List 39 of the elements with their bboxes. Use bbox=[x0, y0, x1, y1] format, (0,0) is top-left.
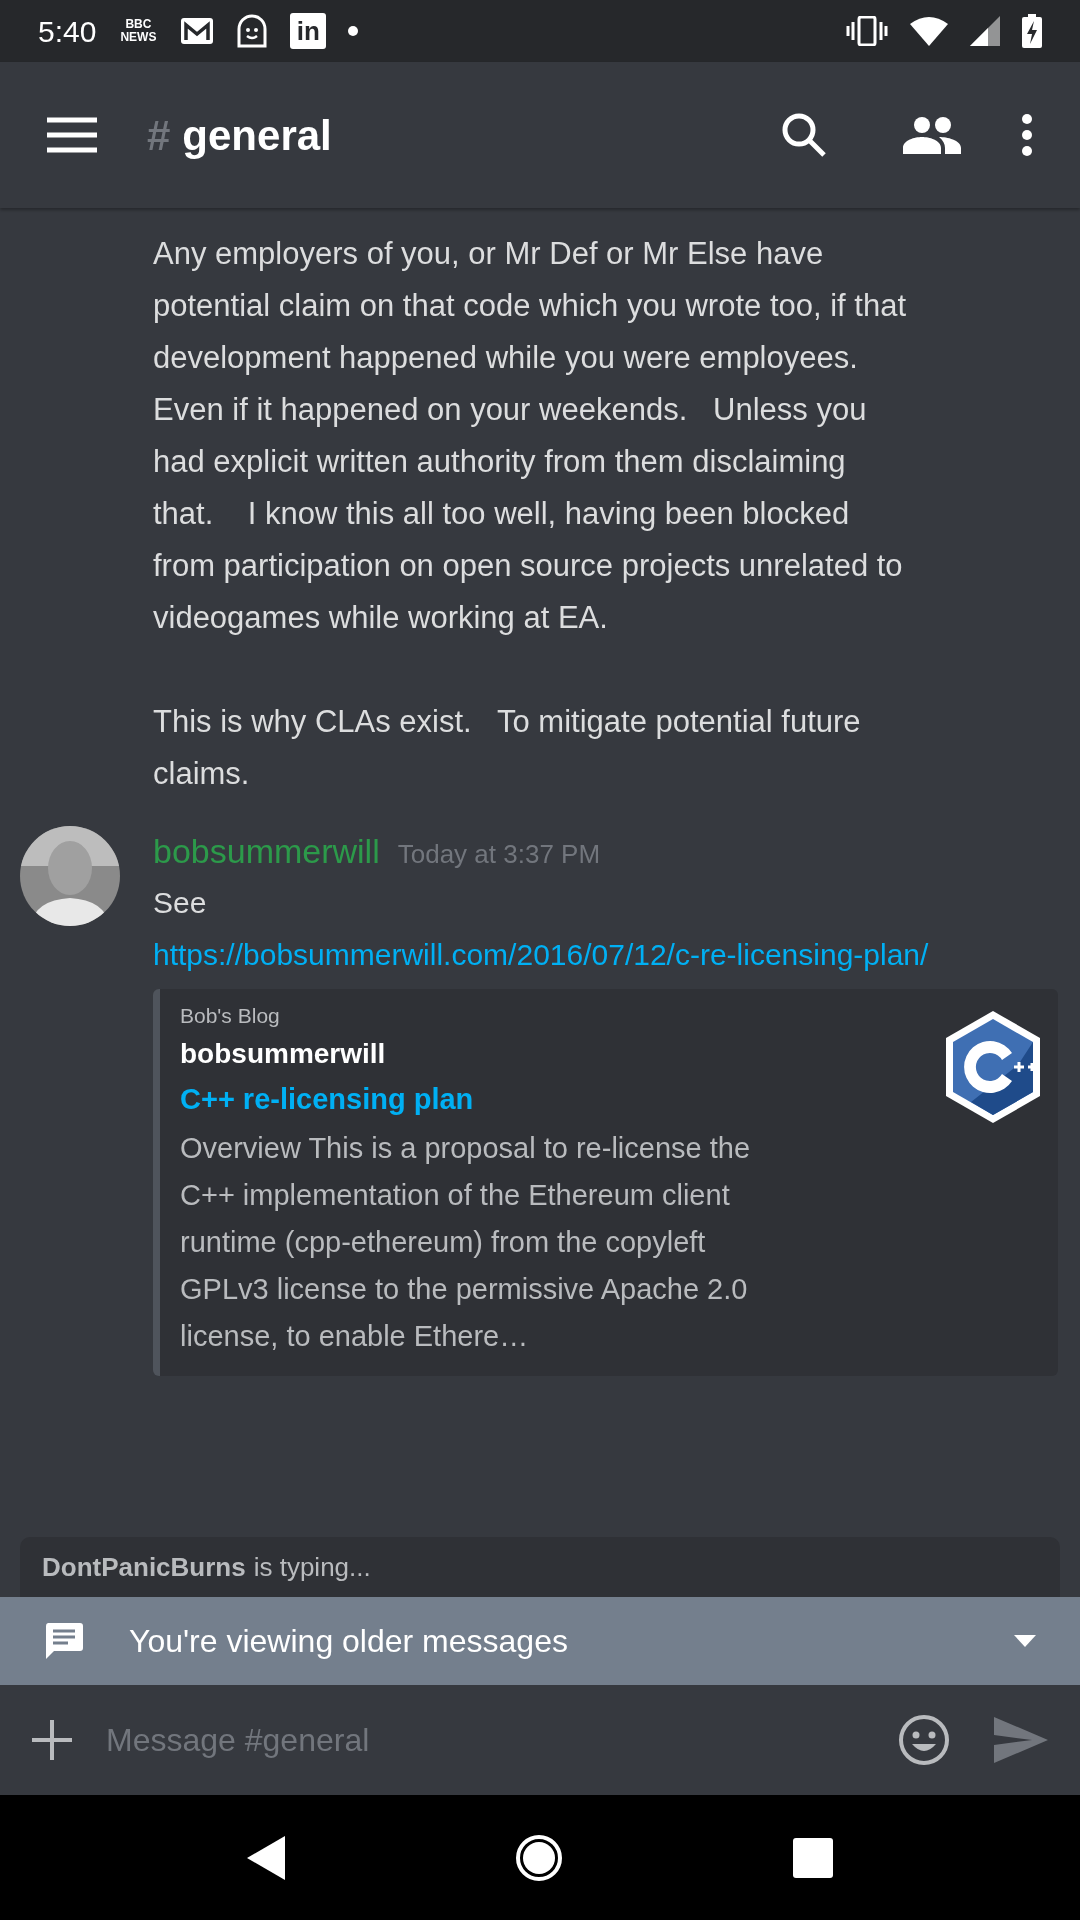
wifi-icon bbox=[910, 16, 948, 46]
message-timestamp: Today at 3:37 PM bbox=[397, 838, 601, 871]
older-messages-banner[interactable]: You're viewing older messages bbox=[0, 1597, 1080, 1685]
embed-provider: Bob's Blog bbox=[180, 1003, 281, 1029]
recents-icon[interactable] bbox=[793, 1837, 833, 1878]
typing-text: is typing... bbox=[253, 1550, 371, 1584]
typing-user: DontPanicBurns bbox=[42, 1550, 246, 1584]
message-link[interactable]: https://bobsummerwill.com/2016/07/12/c-re-licensing-plan/ bbox=[153, 929, 1013, 981]
author-name[interactable]: bobsummerwill bbox=[153, 826, 380, 877]
news-logo-icon: BBC NEWS bbox=[118, 18, 159, 44]
embed-title[interactable]: C++ re-licensing plan bbox=[180, 1077, 938, 1121]
message-text: Any employers of you, or Mr Def or Mr Else have potential claim on that code which you wrote too, if that development happened while you were employees. Even if it happened on your weekends. Unless you had explicit written authority from them disclaiming that. I know this all too well, having been blocked from participation on open source projects unrelated to videogames while working at EA. bbox=[153, 235, 908, 637]
emoji-icon[interactable] bbox=[898, 1714, 950, 1766]
dropdown-caret-icon[interactable] bbox=[1014, 1635, 1036, 1647]
message-input[interactable]: Message #general bbox=[106, 1716, 898, 1764]
back-icon[interactable] bbox=[247, 1835, 285, 1880]
banner-text: You're viewing older messages bbox=[129, 1622, 569, 1661]
linkedin-icon: in bbox=[290, 13, 327, 49]
embed-description: Overview This is a proposal to re-license the C++ implementation of the Ethereum client runtime (cpp-ethereum) from the copyleft GPLv3 license to the permissive Apache 2.0 license, to enable Ethere… bbox=[180, 1131, 752, 1354]
channel-hash: # bbox=[147, 110, 171, 161]
chat-bubble-icon bbox=[44, 1621, 84, 1661]
message-text: See bbox=[153, 885, 208, 921]
more-options-icon[interactable] bbox=[1021, 113, 1033, 157]
message-text: This is why CLAs exist. To mitigate potential future claims. bbox=[153, 703, 862, 793]
send-icon[interactable] bbox=[994, 1717, 1048, 1763]
signal-icon bbox=[970, 16, 1000, 46]
embed-author: bobsummerwill bbox=[180, 1037, 387, 1071]
channel-title: general bbox=[182, 110, 332, 161]
ghost-face-icon bbox=[236, 14, 269, 48]
add-icon[interactable] bbox=[32, 1720, 72, 1760]
vibrate-icon bbox=[846, 16, 888, 46]
mail-icon bbox=[180, 17, 215, 45]
search-icon[interactable] bbox=[781, 112, 827, 158]
home-icon[interactable] bbox=[515, 1833, 563, 1882]
menu-icon[interactable] bbox=[47, 117, 97, 153]
battery-charging-icon bbox=[1022, 14, 1042, 48]
status-time: 5:40 bbox=[38, 13, 97, 50]
members-icon[interactable] bbox=[903, 116, 961, 154]
dot-icon bbox=[348, 26, 359, 36]
